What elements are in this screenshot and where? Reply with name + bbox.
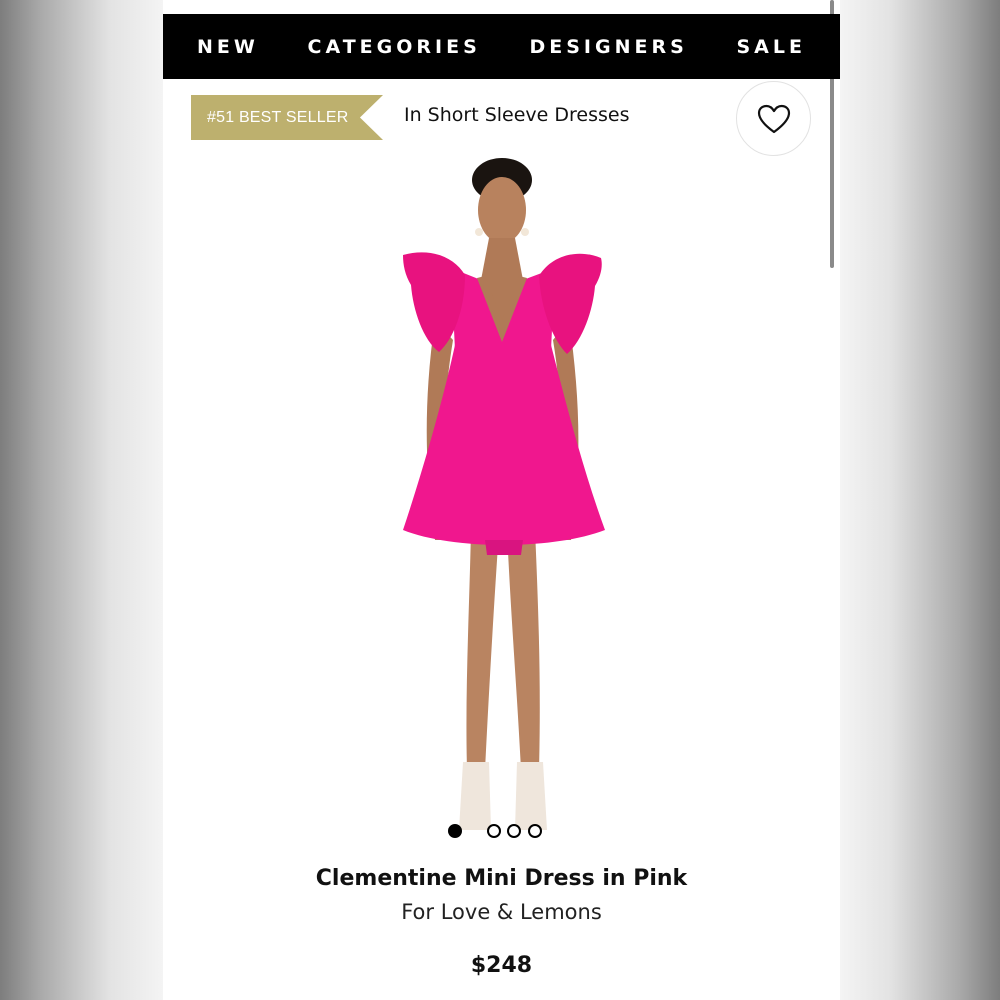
carousel-dot[interactable]	[528, 824, 542, 838]
product-image[interactable]	[373, 150, 633, 850]
nav-item-sale[interactable]: SALE	[736, 36, 805, 58]
main-nav: NEW CATEGORIES DESIGNERS SALE	[163, 14, 840, 79]
best-seller-badge: #51 BEST SELLER	[191, 95, 383, 140]
nav-item-categories[interactable]: CATEGORIES	[308, 36, 481, 58]
carousel-dot[interactable]	[448, 824, 462, 838]
model-leg-left	[466, 530, 499, 770]
model-face	[478, 177, 526, 243]
model-leg-right	[507, 530, 540, 770]
shoe-left	[459, 762, 491, 830]
shoe-right	[515, 762, 547, 830]
brand-link[interactable]: For Love & Lemons	[163, 900, 840, 924]
heart-icon	[757, 104, 790, 133]
earring-right	[521, 228, 529, 236]
product-name: Clementine Mini Dress in Pink	[315, 866, 688, 891]
dress-hem	[485, 540, 523, 555]
carousel-dot[interactable]	[507, 824, 521, 838]
category-rank-text[interactable]: In Short Sleeve Dresses	[404, 104, 630, 126]
product-price: $248	[470, 953, 533, 978]
nav-item-designers[interactable]: DESIGNERS	[529, 36, 687, 58]
carousel-dots	[448, 824, 558, 840]
wishlist-button[interactable]	[736, 81, 811, 156]
nav-item-new[interactable]: NEW	[197, 36, 259, 58]
earring-left	[475, 228, 483, 236]
product-page: NEW CATEGORIES DESIGNERS SALE #51 BEST S…	[163, 0, 840, 1000]
carousel-dot[interactable]	[487, 824, 501, 838]
status-strip	[163, 0, 840, 14]
